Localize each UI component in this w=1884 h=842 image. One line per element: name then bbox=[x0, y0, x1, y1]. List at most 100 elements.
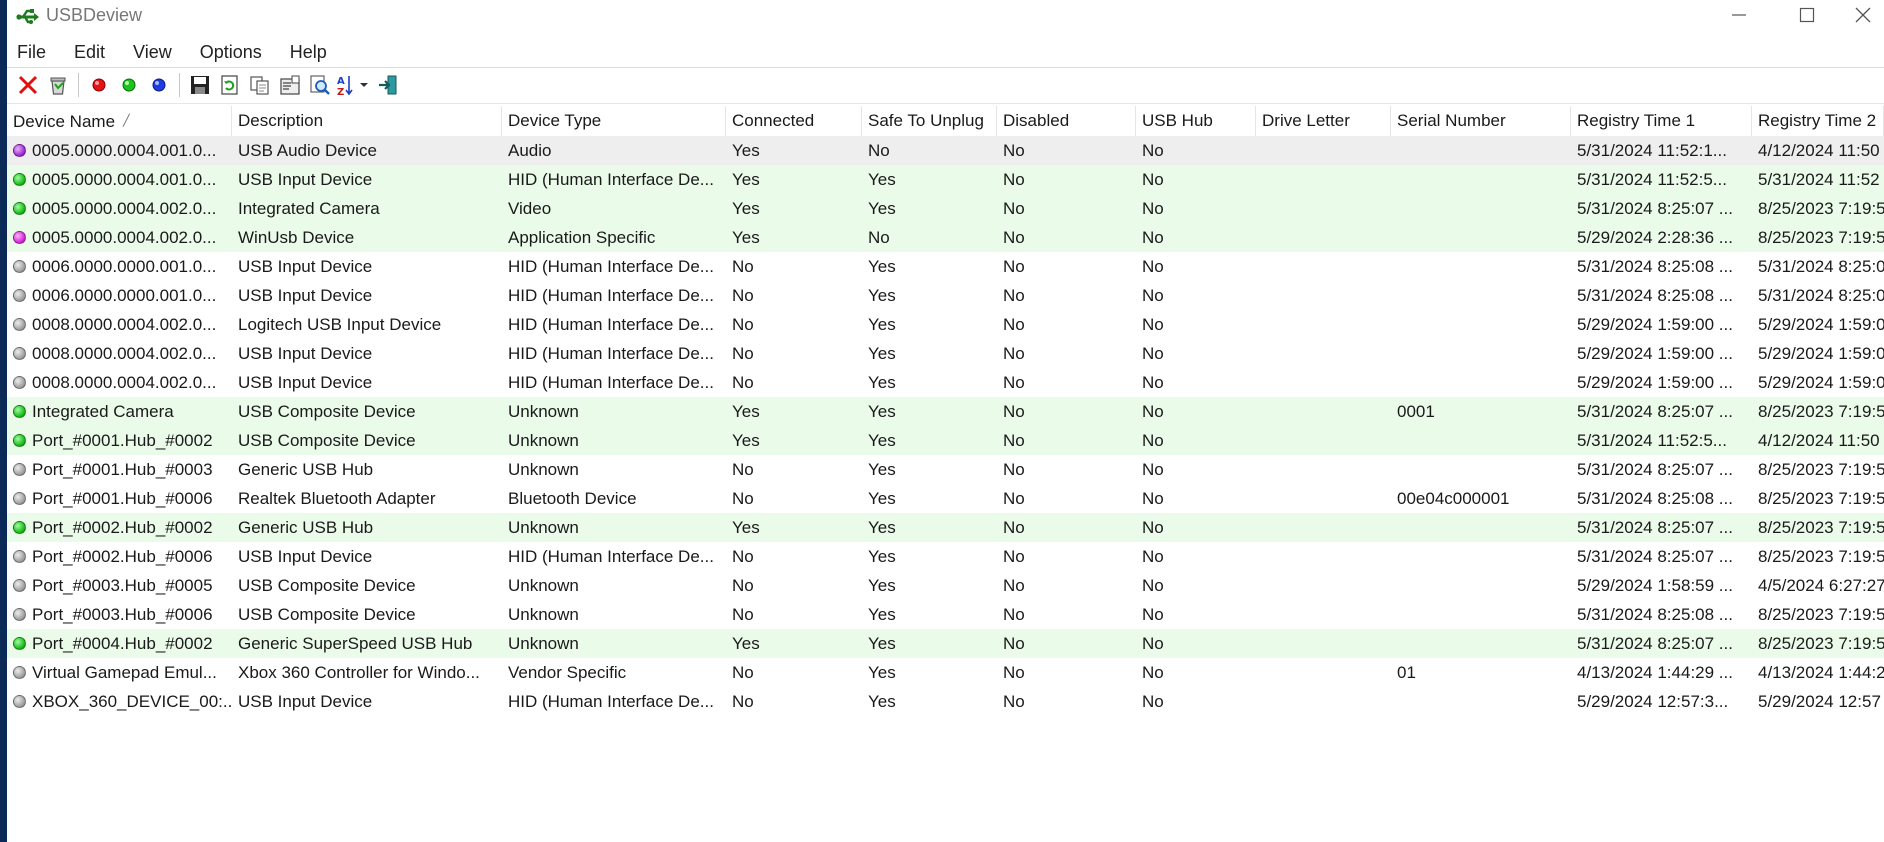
reconnect-button[interactable] bbox=[146, 72, 172, 98]
status-gray-icon bbox=[13, 463, 26, 476]
menu-help[interactable]: Help bbox=[280, 42, 337, 63]
table-row[interactable]: 0006.0000.0000.001.0... USB Input Device H… bbox=[7, 252, 1884, 281]
cell-safe-to-unplug: Yes bbox=[862, 658, 997, 687]
cell-description: USB Input Device bbox=[232, 281, 502, 310]
properties-button[interactable] bbox=[277, 72, 303, 98]
connect-button[interactable] bbox=[116, 72, 142, 98]
table-row[interactable]: 0008.0000.0004.002.0... USB Input Device H… bbox=[7, 368, 1884, 397]
cleanup-button[interactable] bbox=[45, 72, 71, 98]
column-header-drive-letter[interactable]: Drive Letter bbox=[1256, 106, 1391, 136]
column-header-registry-time-1[interactable]: Registry Time 1 bbox=[1571, 106, 1752, 136]
table-row[interactable]: 0005.0000.0004.002.0... Integrated Camera… bbox=[7, 194, 1884, 223]
table-row[interactable]: XBOX_360_DEVICE_00:... USB Input Device HI… bbox=[7, 687, 1884, 716]
table-row[interactable]: Port_#0001.Hub_#0002 USB Composite Device… bbox=[7, 426, 1884, 455]
column-header-label: Connected bbox=[732, 111, 815, 130]
cell-text: Yes bbox=[732, 518, 760, 537]
cell-device-name: Virtual Gamepad Emul... bbox=[7, 658, 232, 687]
cell-text: Yes bbox=[868, 576, 896, 595]
menu-options[interactable]: Options bbox=[190, 42, 272, 63]
cell-registry-time-1: 5/31/2024 8:25:07 ... bbox=[1571, 542, 1752, 571]
cell-text: No bbox=[1003, 518, 1025, 537]
sort-button[interactable]: AZ bbox=[337, 72, 371, 98]
table-row[interactable]: Port_#0001.Hub_#0006 Realtek Bluetooth Ad… bbox=[7, 484, 1884, 513]
cell-text: No bbox=[732, 460, 754, 479]
table-row[interactable]: Port_#0002.Hub_#0006 USB Input Device HID … bbox=[7, 542, 1884, 571]
cell-serial-number bbox=[1391, 165, 1571, 194]
table-row[interactable]: 0008.0000.0004.002.0... Logitech USB Inpu… bbox=[7, 310, 1884, 339]
column-header-safe-to-unplug[interactable]: Safe To Unplug bbox=[862, 106, 997, 136]
cell-text: USB Input Device bbox=[238, 170, 373, 189]
close-button[interactable] bbox=[1841, 0, 1884, 30]
cell-disabled: No bbox=[997, 687, 1136, 716]
table-row[interactable]: Port_#0002.Hub_#0002 Generic USB Hub Unkno… bbox=[7, 513, 1884, 542]
column-header-connected[interactable]: Connected bbox=[726, 106, 862, 136]
table-row[interactable]: Integrated Camera USB Composite Device Unk… bbox=[7, 397, 1884, 426]
cell-text: USB Input Device bbox=[238, 344, 373, 363]
cell-safe-to-unplug: Yes bbox=[862, 571, 997, 600]
minimize-button[interactable] bbox=[1705, 0, 1773, 30]
menu-file[interactable]: File bbox=[7, 42, 56, 63]
cell-text: No bbox=[1003, 547, 1025, 566]
cell-usb-hub: No bbox=[1136, 687, 1256, 716]
column-header-device-type[interactable]: Device Type bbox=[502, 106, 726, 136]
table-row[interactable]: 0006.0000.0000.001.0... USB Input Device H… bbox=[7, 281, 1884, 310]
table-row[interactable]: 0005.0000.0004.002.0... WinUsb Device Appl… bbox=[7, 223, 1884, 252]
cell-text: 0008.0000.0004.002.0... bbox=[32, 315, 217, 334]
exit-button[interactable] bbox=[375, 72, 401, 98]
cell-text: 5/31/2024 8:25:08 ... bbox=[1577, 489, 1733, 508]
cell-description: USB Input Device bbox=[232, 252, 502, 281]
cell-usb-hub: No bbox=[1136, 542, 1256, 571]
cell-description: USB Composite Device bbox=[232, 426, 502, 455]
status-gray-icon bbox=[13, 260, 26, 273]
column-header-description[interactable]: Description bbox=[232, 106, 502, 136]
copy-button[interactable] bbox=[247, 72, 273, 98]
refresh-button[interactable] bbox=[217, 72, 243, 98]
cell-text: HID (Human Interface De... bbox=[508, 373, 714, 392]
cell-text: 8/25/2023 7:19:5 bbox=[1758, 634, 1884, 653]
table-row[interactable]: 0008.0000.0004.002.0... USB Input Device H… bbox=[7, 339, 1884, 368]
column-header-device-name[interactable]: Device Name ╱ bbox=[7, 106, 232, 136]
cell-registry-time-1: 5/29/2024 12:57:3... bbox=[1571, 687, 1752, 716]
cell-text: 8/25/2023 7:19:5 bbox=[1758, 402, 1884, 421]
cell-description: USB Input Device bbox=[232, 165, 502, 194]
reconnect-icon bbox=[152, 78, 166, 92]
cell-usb-hub: No bbox=[1136, 397, 1256, 426]
cell-connected: Yes bbox=[726, 136, 862, 165]
table-row[interactable]: Port_#0004.Hub_#0002 Generic SuperSpeed U… bbox=[7, 629, 1884, 658]
cell-registry-time-1: 5/31/2024 8:25:07 ... bbox=[1571, 629, 1752, 658]
menu-view[interactable]: View bbox=[123, 42, 182, 63]
cell-disabled: No bbox=[997, 513, 1136, 542]
menu-edit[interactable]: Edit bbox=[64, 42, 115, 63]
maximize-button[interactable] bbox=[1773, 0, 1841, 30]
cell-usb-hub: No bbox=[1136, 310, 1256, 339]
table-row[interactable]: Virtual Gamepad Emul... Xbox 360 Controll… bbox=[7, 658, 1884, 687]
column-header-serial-number[interactable]: Serial Number bbox=[1391, 106, 1571, 136]
cell-text: Yes bbox=[732, 634, 760, 653]
cell-text: USB Composite Device bbox=[238, 605, 416, 624]
cell-serial-number bbox=[1391, 542, 1571, 571]
save-button[interactable] bbox=[187, 72, 213, 98]
find-button[interactable] bbox=[307, 72, 333, 98]
cell-device-type: HID (Human Interface De... bbox=[502, 542, 726, 571]
status-green-icon bbox=[13, 434, 26, 447]
cell-device-name: 0005.0000.0004.001.0... bbox=[7, 136, 232, 165]
disconnect-button[interactable] bbox=[86, 72, 112, 98]
cell-registry-time-2: 5/29/2024 1:59:0 bbox=[1752, 310, 1884, 339]
cell-text: 5/29/2024 1:58:59 ... bbox=[1577, 576, 1733, 595]
cell-text: No bbox=[1003, 141, 1025, 160]
cell-text: No bbox=[1142, 547, 1164, 566]
cell-device-type: Unknown bbox=[502, 600, 726, 629]
table-row[interactable]: Port_#0003.Hub_#0005 USB Composite Device… bbox=[7, 571, 1884, 600]
cell-connected: No bbox=[726, 368, 862, 397]
table-row[interactable]: Port_#0001.Hub_#0003 Generic USB Hub Unkno… bbox=[7, 455, 1884, 484]
cell-drive-letter bbox=[1256, 513, 1391, 542]
table-row[interactable]: 0005.0000.0004.001.0... USB Input Device H… bbox=[7, 165, 1884, 194]
cell-text: No bbox=[1003, 576, 1025, 595]
column-header-disabled[interactable]: Disabled bbox=[997, 106, 1136, 136]
column-header-registry-time-2[interactable]: Registry Time 2 bbox=[1752, 106, 1884, 136]
table-row[interactable]: Port_#0003.Hub_#0006 USB Composite Device… bbox=[7, 600, 1884, 629]
column-header-usb-hub[interactable]: USB Hub bbox=[1136, 106, 1256, 136]
cell-text: No bbox=[1003, 199, 1025, 218]
uninstall-button[interactable] bbox=[15, 72, 41, 98]
table-row[interactable]: 0005.0000.0004.001.0... USB Audio Device A… bbox=[7, 136, 1884, 165]
